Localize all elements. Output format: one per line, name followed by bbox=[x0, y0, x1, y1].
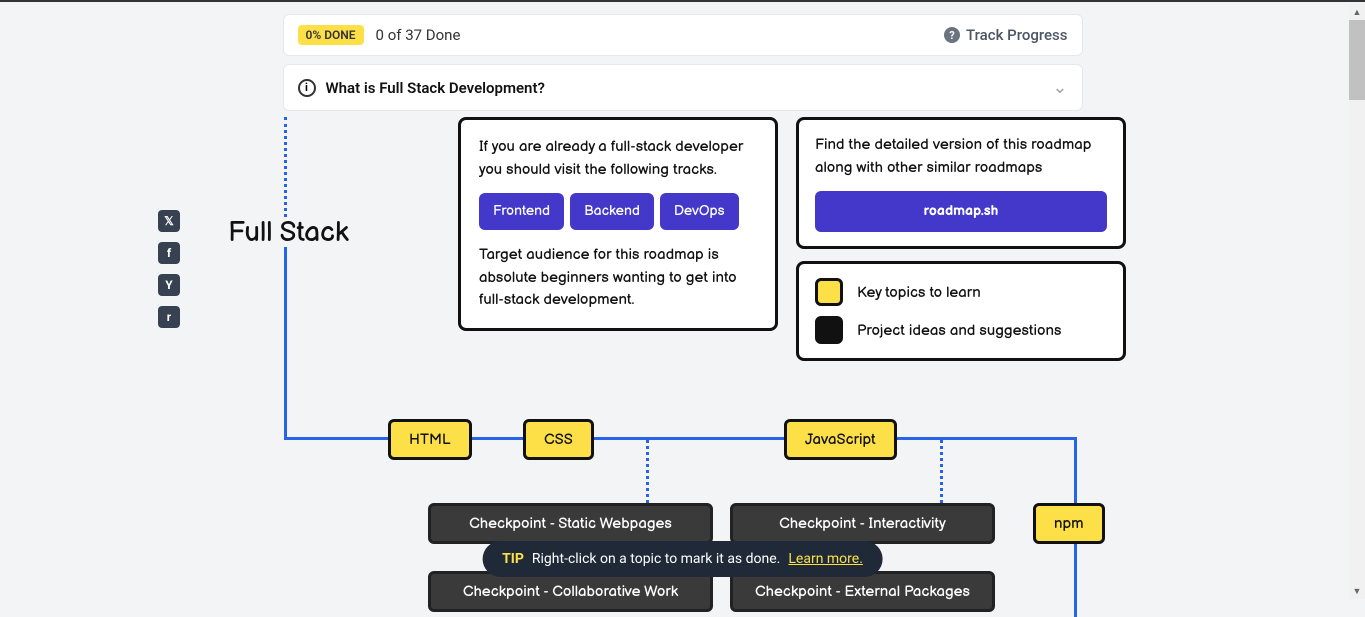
roadmap-sh-button[interactable]: roadmap.sh bbox=[815, 191, 1107, 232]
legend-swatch-black bbox=[815, 316, 843, 344]
track-progress-label: Track Progress bbox=[966, 26, 1067, 44]
frontend-button[interactable]: Frontend bbox=[479, 193, 564, 230]
devops-button[interactable]: DevOps bbox=[660, 193, 739, 230]
backend-button[interactable]: Backend bbox=[570, 193, 654, 230]
legend-label: Project ideas and suggestions bbox=[857, 321, 1061, 340]
node-html[interactable]: HTML bbox=[388, 419, 472, 460]
accordion-title: What is Full Stack Development? bbox=[326, 79, 545, 97]
scrollbar[interactable]: ▲ ▼ bbox=[1349, 4, 1365, 599]
box-text: Find the detailed version of this roadma… bbox=[815, 134, 1107, 179]
done-count: 0 of 37 Done bbox=[376, 26, 461, 44]
connector-line bbox=[284, 247, 287, 440]
track-progress-button[interactable]: ? Track Progress bbox=[944, 26, 1067, 44]
legend-swatch-yellow bbox=[815, 278, 843, 306]
accordion-what-is[interactable]: i What is Full Stack Development? ⌄ bbox=[283, 64, 1083, 111]
node-npm[interactable]: npm bbox=[1033, 503, 1105, 544]
tip-label: TIP bbox=[502, 551, 524, 567]
node-checkpoint-external[interactable]: Checkpoint - External Packages bbox=[730, 571, 995, 612]
legend-label: Key topics to learn bbox=[857, 283, 981, 302]
node-css[interactable]: CSS bbox=[523, 419, 594, 460]
tip-bar: TIP Right-click on a topic to mark it as… bbox=[482, 541, 883, 577]
box-text: Target audience for this roadmap is abso… bbox=[479, 244, 757, 312]
info-box-roadmap: Find the detailed version of this roadma… bbox=[796, 117, 1126, 249]
legend-box: Key topics to learn Project ideas and su… bbox=[796, 261, 1126, 361]
info-icon: i bbox=[298, 79, 316, 97]
connector-dotted bbox=[284, 117, 287, 217]
node-checkpoint-interactivity[interactable]: Checkpoint - Interactivity bbox=[730, 503, 995, 544]
progress-bar: 0% DONE 0 of 37 Done ? Track Progress bbox=[283, 14, 1083, 56]
tip-link[interactable]: Learn more. bbox=[788, 551, 863, 567]
roadmap-title: Full Stack bbox=[228, 217, 349, 250]
done-badge: 0% DONE bbox=[298, 25, 364, 45]
box-text: If you are already a full-stack develope… bbox=[479, 136, 757, 181]
chevron-down-icon: ⌄ bbox=[1052, 77, 1067, 98]
question-icon: ? bbox=[944, 27, 960, 43]
node-checkpoint-static[interactable]: Checkpoint - Static Webpages bbox=[428, 503, 713, 544]
info-box-tracks: If you are already a full-stack develope… bbox=[458, 117, 778, 331]
node-javascript[interactable]: JavaScript bbox=[784, 419, 897, 460]
scrollbar-thumb[interactable] bbox=[1349, 20, 1365, 100]
scroll-up-icon[interactable]: ▲ bbox=[1349, 4, 1365, 20]
tip-text: Right-click on a topic to mark it as don… bbox=[532, 551, 780, 567]
node-checkpoint-collab[interactable]: Checkpoint - Collaborative Work bbox=[428, 571, 713, 612]
